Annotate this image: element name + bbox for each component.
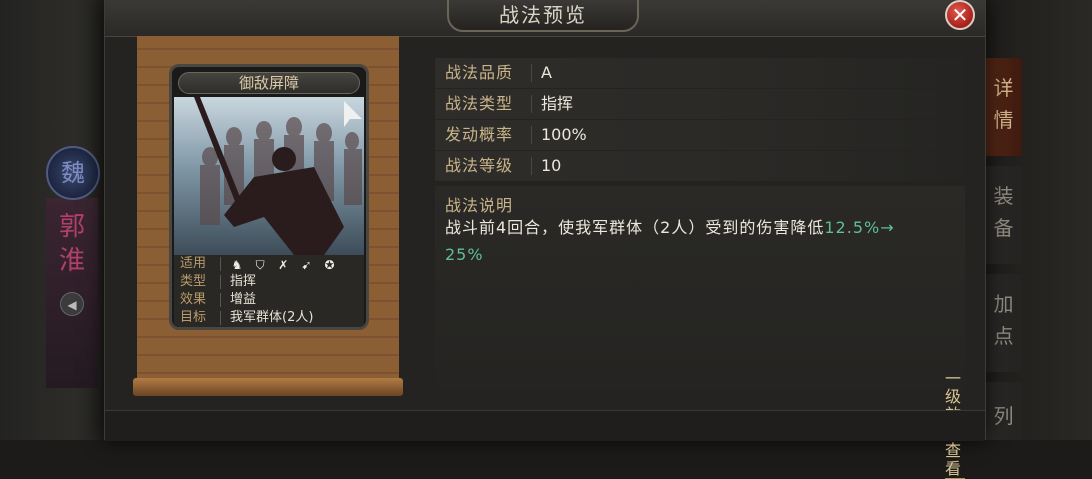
info-key: 战法品质 (445, 63, 514, 82)
info-key: 发动概率 (445, 125, 514, 144)
tab-details-label: 详情 (993, 76, 1014, 132)
stat-row-effect: 效果 增益 (174, 291, 364, 309)
info-key: 战法类型 (445, 94, 514, 113)
info-value: A (541, 63, 552, 82)
modal-title: 战法预览 (447, 0, 639, 32)
spear-icon: ➹ (301, 258, 312, 272)
warrior-silhouette-icon (194, 97, 362, 255)
stat-value: 我军群体(2人) (230, 310, 314, 325)
skill-description: 战法说明 战斗前4回合，使我军群体（2人）受到的伤害降低12.5%→ 25% 一级… (435, 186, 965, 479)
tab-attributes[interactable]: 加点 (984, 274, 1022, 372)
description-text: 战斗前4回合，使我军群体（2人）受到的伤害降低12.5%→ 25% (445, 214, 950, 268)
info-row-type: 战法类型 指挥 (435, 89, 965, 119)
tab-details[interactable]: 详情 (984, 58, 1022, 156)
tab-list[interactable]: 列 (984, 382, 1022, 440)
close-button[interactable]: ✕ (945, 0, 975, 30)
divider (220, 275, 221, 289)
description-title: 战法说明 (445, 196, 514, 215)
shield-icon: ⛉ (255, 258, 265, 272)
stat-value: 指挥 (230, 274, 257, 289)
info-value: 100% (541, 125, 587, 144)
divider (531, 95, 532, 113)
siege-icon: ✪ (324, 258, 335, 272)
description-highlight: 12.5%→ (824, 218, 895, 237)
info-row-level: 战法等级 10 (435, 151, 965, 181)
divider (531, 157, 532, 175)
description-main: 战斗前4回合，使我军群体（2人）受到的伤害降低 (445, 218, 825, 237)
tab-equipment[interactable]: 装备 (984, 166, 1022, 264)
modal-footer (105, 410, 985, 441)
info-row-quality: 战法品质 A (435, 58, 965, 88)
divider (531, 126, 532, 144)
skill-card-artwork (174, 97, 364, 255)
divider (220, 257, 221, 271)
info-key: 战法等级 (445, 156, 514, 175)
scroll-rod (133, 378, 403, 396)
close-icon: ✕ (951, 3, 969, 27)
divider (220, 293, 221, 307)
divider (531, 64, 532, 82)
skill-card-name: 御敌屏障 (178, 72, 360, 94)
stat-key: 类型 (180, 274, 207, 289)
bow-icon: ✗ (278, 258, 289, 272)
tab-attributes-label: 加点 (993, 292, 1014, 348)
stat-value: 增益 (230, 292, 257, 307)
info-value: 指挥 (541, 94, 574, 113)
cavalry-icon: ♞ (231, 258, 243, 272)
skill-card-stats: 适用 ♞ ⛉ ✗ ➹ ✪ 类型 指挥 效果 增益 目标 我军群体(2人) (174, 255, 364, 327)
tab-list-label: 列 (993, 404, 1014, 428)
stat-key: 效果 (180, 292, 207, 307)
divider (220, 311, 221, 325)
skill-preview-modal: 战法预览 ✕ 御敌屏障 适用 ♞ ⛉ ✗ ➹ ✪ 类型 指挥 效果 增益 目标 … (104, 0, 986, 479)
stat-key: 适用 (180, 256, 207, 271)
description-highlight: 25% (445, 245, 484, 264)
stat-row-target: 目标 我军群体(2人) (174, 309, 364, 327)
stat-row-type: 类型 指挥 (174, 273, 364, 291)
skill-card: 御敌屏障 适用 ♞ ⛉ ✗ ➹ ✪ 类型 指挥 效果 增益 目标 我军群体(2人… (169, 64, 369, 330)
hero-name-text: 郭淮 (59, 212, 86, 276)
speaker-icon[interactable]: ◀ (60, 292, 84, 316)
info-row-probability: 发动概率 100% (435, 120, 965, 150)
hero-name: 郭淮 (46, 210, 98, 278)
tab-equipment-label: 装备 (993, 184, 1014, 240)
stat-key: 目标 (180, 310, 207, 325)
stat-row-applicable: 适用 ♞ ⛉ ✗ ➹ ✪ (174, 255, 364, 273)
info-value: 10 (541, 156, 562, 175)
faction-emblem-icon: 魏 (46, 146, 100, 200)
